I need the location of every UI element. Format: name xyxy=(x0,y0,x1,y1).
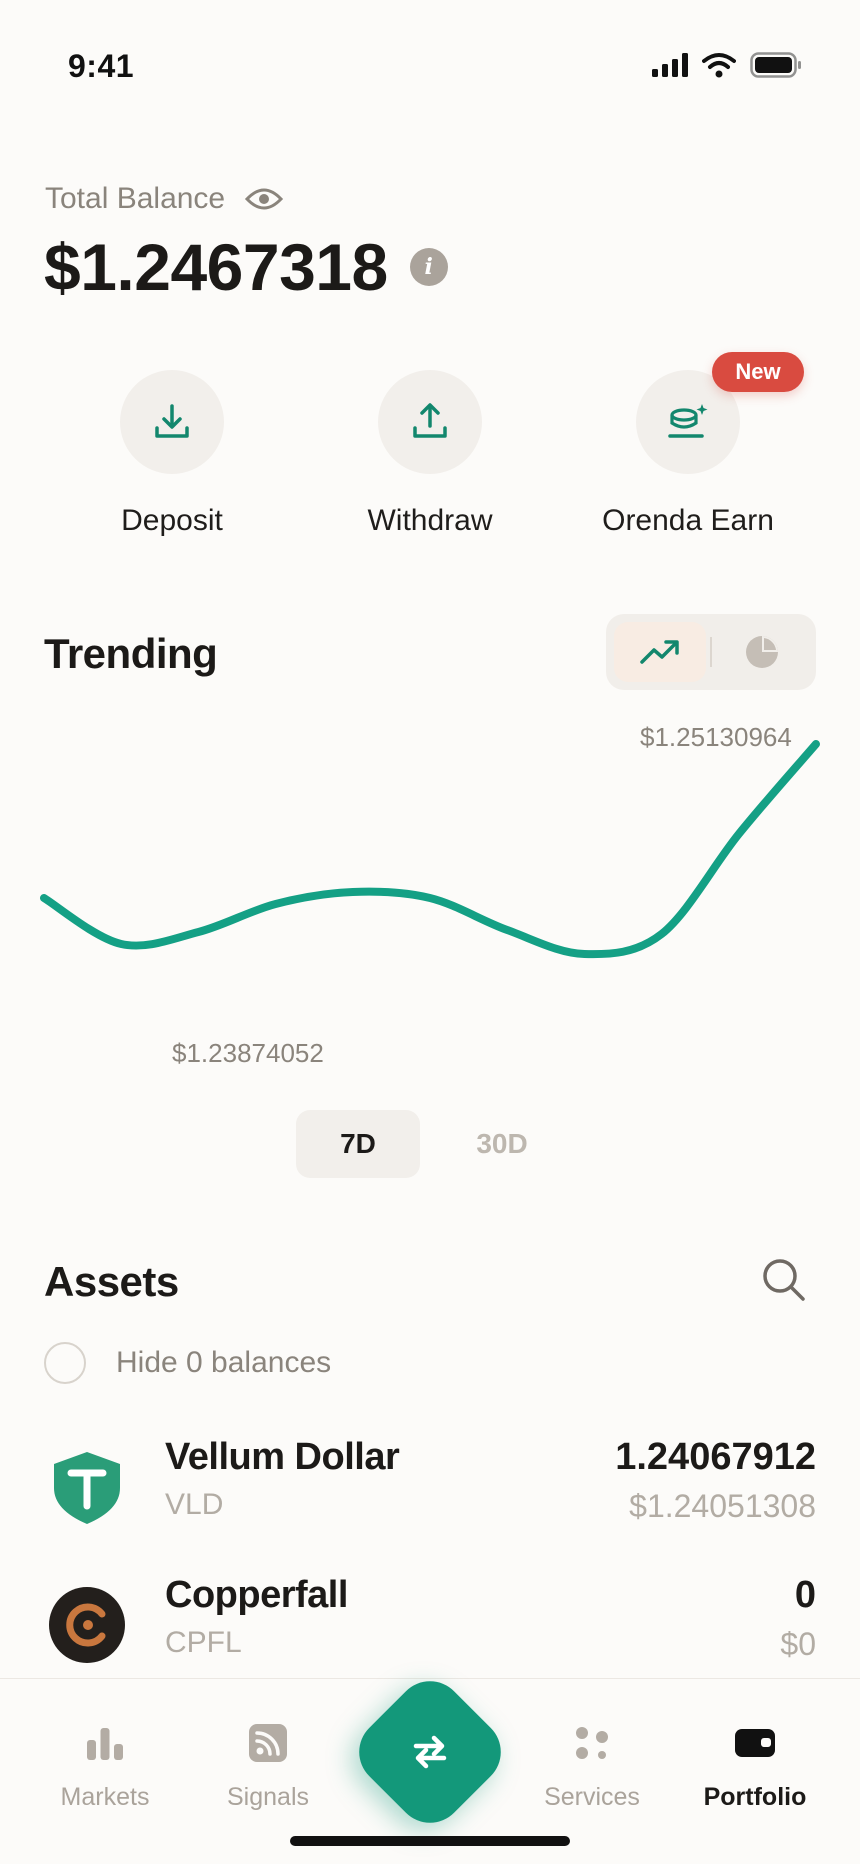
nav-signals-label: Signals xyxy=(227,1783,309,1811)
asset-fiat-value: $0 xyxy=(780,1626,816,1662)
chart-min-label: $1.23874052 xyxy=(172,1038,324,1068)
home-indicator xyxy=(290,1836,570,1846)
hide-zero-label: Hide 0 balances xyxy=(116,1346,332,1379)
nav-markets-label: Markets xyxy=(60,1783,150,1811)
download-icon xyxy=(155,404,189,438)
trend-chart: $1.25130964 $1.23874052 xyxy=(0,700,860,1080)
eye-icon[interactable] xyxy=(245,187,284,211)
nav-services-icon-wrap xyxy=(512,1719,672,1767)
status-icons xyxy=(652,52,802,78)
rss-icon xyxy=(249,1724,287,1762)
wallet-icon xyxy=(735,1729,775,1757)
asset-row-vld[interactable]: Vellum Dollar VLD 1.24067912 $1.24051308 xyxy=(0,1430,860,1540)
pie-view-button[interactable] xyxy=(716,622,808,682)
nav-signals[interactable]: Signals xyxy=(188,1719,348,1812)
period-30d-button[interactable]: 30D xyxy=(440,1110,564,1178)
copperfall-icon xyxy=(49,1587,125,1663)
search-icon xyxy=(763,1259,805,1301)
deposit-icon-circle xyxy=(120,370,224,474)
nav-signals-icon-wrap xyxy=(188,1719,348,1767)
status-time: 9:41 xyxy=(68,48,135,84)
nav-portfolio-label: Portfolio xyxy=(703,1783,807,1811)
period-7d-button[interactable]: 7D xyxy=(296,1110,420,1178)
tether-icon xyxy=(54,1452,120,1524)
trend-chart-svg xyxy=(40,740,820,959)
chart-series-line xyxy=(40,740,820,959)
upload-icon xyxy=(413,403,447,438)
total-balance-label: Total Balance xyxy=(45,182,226,215)
coins-sparkle-icon xyxy=(668,404,708,438)
deposit-label: Deposit xyxy=(121,504,223,537)
dots-icon xyxy=(576,1727,608,1759)
status-bar: 9:41 xyxy=(0,0,860,140)
chart-max-label: $1.25130964 xyxy=(640,722,792,752)
line-view-button[interactable] xyxy=(614,622,706,682)
trending-title: Trending xyxy=(44,630,218,677)
nav-services[interactable]: Services xyxy=(512,1719,672,1812)
balance-row: $1.2467318 i xyxy=(44,234,448,300)
swap-icon xyxy=(413,1735,447,1769)
total-balance-value: $1.2467318 xyxy=(44,230,388,304)
orenda-earn-button[interactable]: Orenda Earn xyxy=(563,370,813,538)
asset-name: Copperfall xyxy=(165,1574,348,1616)
nav-services-label: Services xyxy=(544,1783,640,1811)
asset-fiat-value: $1.24051308 xyxy=(629,1488,816,1524)
toggle-separator xyxy=(710,637,712,667)
pie-chart-icon xyxy=(746,636,778,668)
asset-amount: 1.24067912 xyxy=(615,1436,816,1478)
chart-view-toggle xyxy=(606,614,816,690)
asset-name: Vellum Dollar xyxy=(165,1436,400,1478)
new-badge: New xyxy=(712,352,804,392)
asset-symbol: CPFL xyxy=(165,1626,242,1659)
nav-portfolio[interactable]: Portfolio xyxy=(675,1719,835,1812)
withdraw-button[interactable]: Withdraw xyxy=(305,370,555,538)
battery-icon xyxy=(750,52,801,78)
asset-row-cpfl[interactable]: Copperfall CPFL 0 $0 xyxy=(0,1568,860,1678)
orenda-earn-label: Orenda Earn xyxy=(602,504,774,537)
nav-markets-icon-wrap xyxy=(25,1719,185,1767)
deposit-button[interactable]: Deposit xyxy=(47,370,297,538)
wifi-icon xyxy=(702,53,736,78)
asset-amount: 0 xyxy=(794,1574,816,1616)
nav-portfolio-icon-wrap xyxy=(675,1719,835,1767)
nav-markets[interactable]: Markets xyxy=(25,1719,185,1812)
bar-chart-icon xyxy=(87,1728,123,1760)
hide-zero-checkbox[interactable] xyxy=(44,1342,86,1384)
withdraw-icon-circle xyxy=(378,370,482,474)
hide-zero-balances-row[interactable]: Hide 0 balances xyxy=(44,1342,331,1384)
cellular-signal-icon xyxy=(652,53,688,77)
balance-label-row: Total Balance xyxy=(45,182,284,216)
trend-line-icon xyxy=(640,640,679,664)
assets-title: Assets xyxy=(44,1258,179,1305)
asset-symbol: VLD xyxy=(165,1488,224,1521)
portfolio-screen: 9:41 Total Balance $1.2467318 i Deposit … xyxy=(0,0,860,1864)
info-icon[interactable]: i xyxy=(409,248,448,286)
withdraw-label: Withdraw xyxy=(367,504,493,537)
asset-search-button[interactable] xyxy=(760,1256,808,1304)
